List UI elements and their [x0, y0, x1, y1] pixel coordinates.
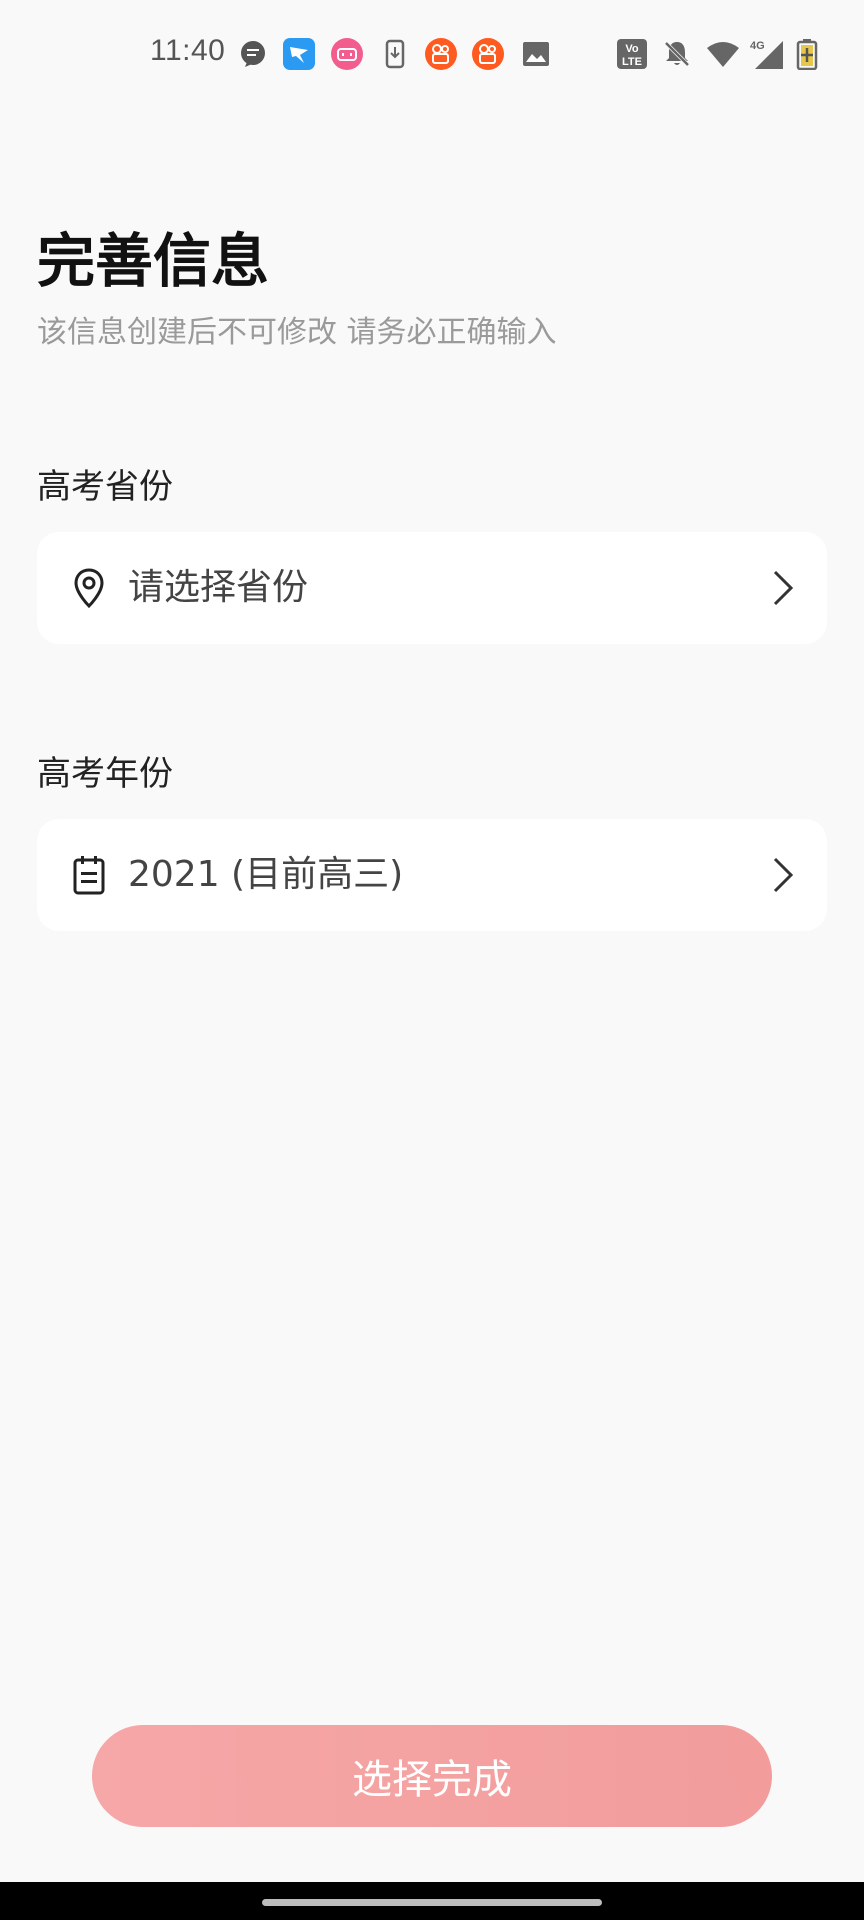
year-selector-value: 2021 (目前高三): [128, 854, 404, 895]
volte-top-text: Vo: [625, 43, 639, 55]
year-selector[interactable]: 2021 (目前高三): [37, 819, 827, 931]
bilibili-notification-icon: [330, 37, 364, 71]
gallery-notification-icon: [519, 37, 553, 71]
download-notification-icon: [378, 37, 412, 71]
status-time: 11:40: [150, 34, 226, 67]
province-selector[interactable]: 请选择省份: [37, 532, 827, 644]
cellular-signal-icon: 4G: [748, 37, 788, 71]
chevron-right-icon: [771, 855, 795, 895]
mute-bell-icon: [660, 37, 694, 71]
volte-bottom-text: LTE: [622, 56, 642, 68]
page-subtitle: 该信息创建后不可修改 请务必正确输入: [37, 315, 557, 350]
location-pin-icon: [67, 566, 111, 610]
message-notification-icon: [236, 37, 270, 71]
dingtalk-notification-icon: [282, 37, 316, 71]
province-selector-value: 请选择省份: [128, 567, 309, 608]
chevron-right-icon: [771, 568, 795, 608]
page-title: 完善信息: [37, 227, 270, 295]
calendar-icon: [67, 853, 111, 897]
home-indicator[interactable]: [262, 1899, 602, 1906]
province-section-label: 高考省份: [37, 467, 173, 507]
kuaishou-notification-icon: [424, 37, 458, 71]
kuaishou-lite-notification-icon: [471, 37, 505, 71]
battery-charging-icon: [794, 37, 820, 71]
complete-selection-button[interactable]: 选择完成: [92, 1725, 772, 1827]
network-type-text: 4G: [750, 40, 765, 52]
status-bar: 11:40 Vo LTE 4G: [0, 0, 864, 110]
volte-icon: Vo LTE: [614, 37, 650, 71]
year-section-label: 高考年份: [37, 754, 173, 794]
wifi-icon: [706, 37, 740, 71]
